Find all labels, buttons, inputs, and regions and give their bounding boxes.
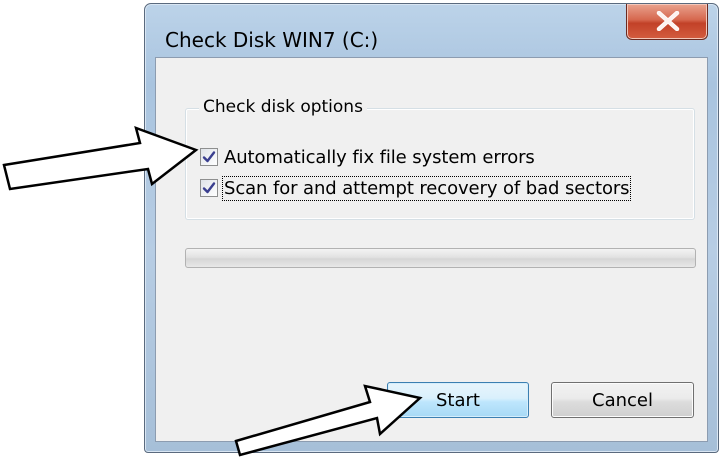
scan-recover-checkbox[interactable] [200, 179, 218, 197]
progress-bar [185, 248, 696, 268]
cancel-button[interactable]: Cancel [551, 382, 694, 418]
option-auto-fix[interactable]: Automatically fix file system errors [200, 144, 535, 170]
auto-fix-label: Automatically fix file system errors [224, 146, 535, 168]
close-x-icon [656, 11, 680, 31]
close-button[interactable] [626, 4, 708, 40]
checkmark-icon [202, 151, 216, 163]
window-title: Check Disk WIN7 (C:) [165, 28, 379, 52]
scan-recover-label: Scan for and attempt recovery of bad sec… [221, 175, 632, 201]
group-label: Check disk options [199, 97, 367, 117]
option-scan-recover[interactable]: Scan for and attempt recovery of bad sec… [200, 175, 632, 201]
callout-arrow-icon [234, 384, 423, 457]
checkmark-icon [202, 182, 216, 194]
screenshot-stage: Check Disk WIN7 (C:) Check disk options … [0, 0, 726, 458]
callout-arrow-icon [2, 125, 199, 191]
auto-fix-checkbox[interactable] [200, 148, 218, 166]
title-bar[interactable]: Check Disk WIN7 (C:) [145, 4, 718, 56]
